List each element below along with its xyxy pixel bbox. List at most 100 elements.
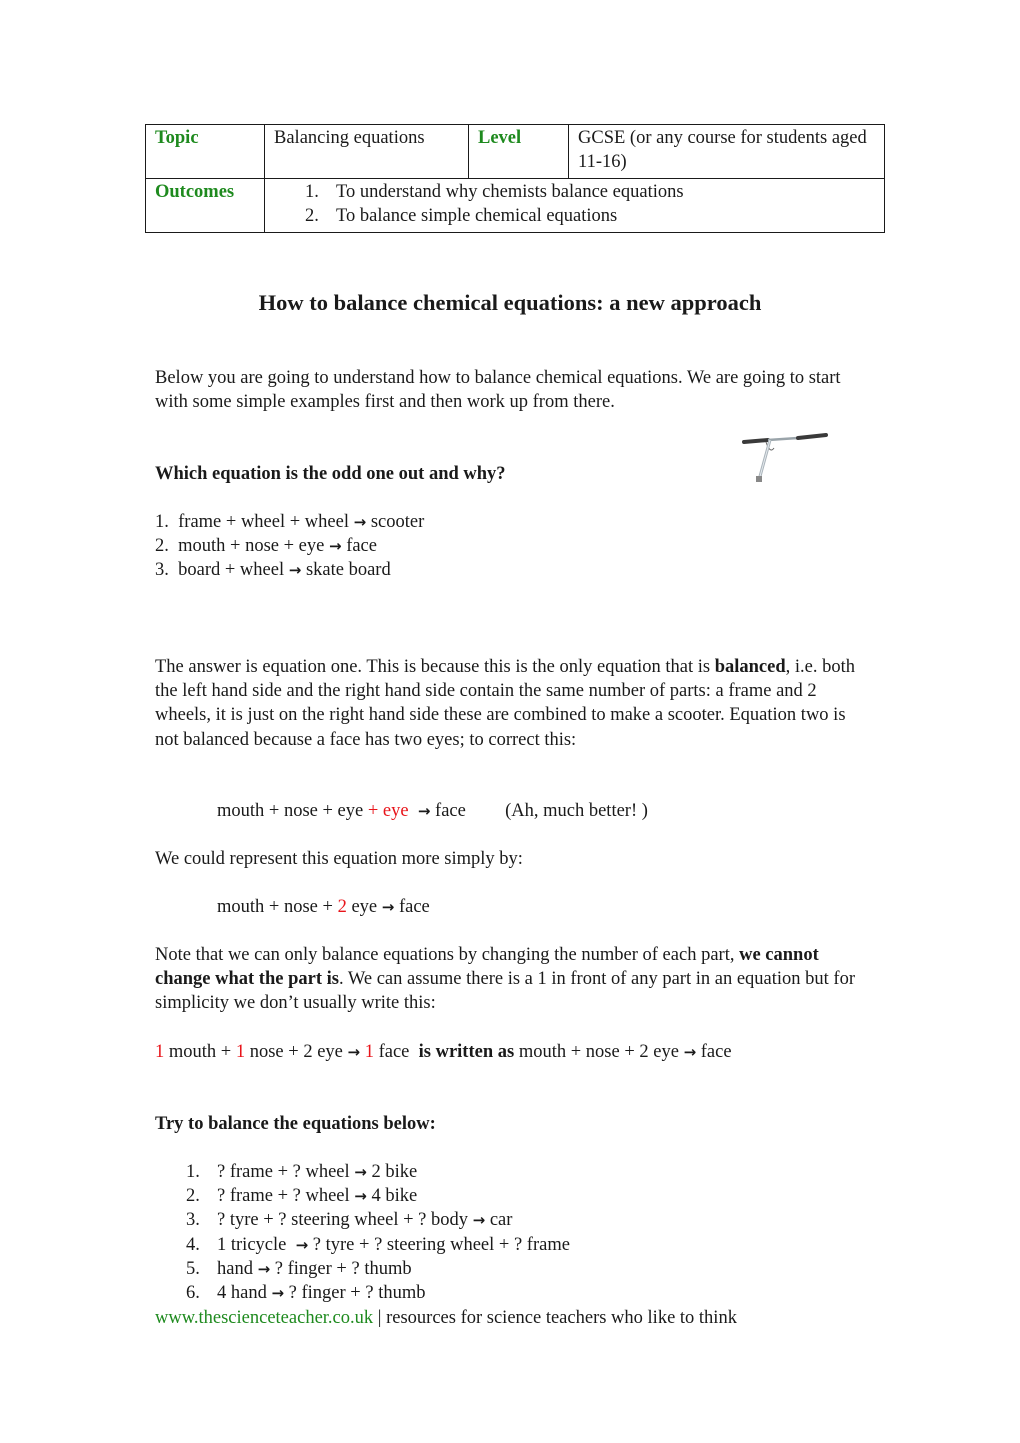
intro-paragraph: Below you are going to understand how to… (155, 368, 841, 413)
equation-text: nose + 2 eye (245, 1042, 348, 1062)
odd-one-out-item: 2. mouth + nose + eye → face (155, 534, 424, 558)
answer-paragraph: The answer is equation one. This is beca… (155, 655, 865, 752)
exercise-item: 3. ? tyre + ? steering wheel + ? body → c… (186, 1208, 570, 1232)
equation-rhs: 4 bike (371, 1186, 418, 1207)
equation-text: face (700, 1042, 732, 1062)
topic-value: Balancing equations (264, 124, 469, 179)
equation-text: mouth + nose + 2 eye (518, 1042, 684, 1062)
item-number: 3. (155, 560, 169, 581)
outcomes-label: Outcomes (145, 178, 265, 233)
written-as-label: is written as (418, 1042, 515, 1062)
written-as-line: 1 mouth + 1 nose + 2 eye → 1 face is wri… (155, 1040, 865, 1064)
arrow-right-icon: → (417, 802, 431, 820)
equation-lhs: ? frame + ? wheel (217, 1162, 350, 1182)
equation-lhs: 4 hand (217, 1283, 267, 1304)
topic-label: Topic (145, 124, 265, 179)
exercise-item: 5. hand → ? finger + ? thumb (186, 1257, 570, 1281)
note-text: Note that we can only balance equations … (155, 945, 740, 965)
equation-lhs: mouth + nose + eye (178, 536, 325, 557)
added-term: + eye (367, 801, 409, 821)
arrow-right-icon: → (683, 1043, 697, 1061)
outcome-text: To balance simple chemical equations (336, 206, 618, 226)
odd-one-out-list: 1. frame + wheel + wheel → scooter 2. mo… (155, 510, 424, 583)
footer-tagline: resources for science teachers who like … (386, 1308, 737, 1328)
exercise-item: 2. ? frame + ? wheel → 4 bike (186, 1184, 570, 1208)
outcome-text: To understand why chemists balance equat… (336, 182, 684, 202)
lesson-info-table: Topic Balancing equations Level GCSE (or… (145, 124, 885, 233)
equation-rhs: face (346, 536, 377, 557)
handlebar-grip-left (742, 438, 770, 444)
page-title: How to balance chemical equations: a new… (258, 290, 762, 315)
arrow-right-icon: → (354, 1187, 367, 1206)
equation-lhs: mouth + nose + eye (217, 801, 368, 821)
equation-lhs: eye (346, 897, 378, 917)
exercise-list: 1. ? frame + ? wheel → 2 bike 2. ? frame +… (186, 1160, 570, 1305)
arrow-right-icon: → (354, 1163, 367, 1181)
equation-lhs: 1 tricycle (217, 1234, 291, 1255)
item-number: 6. (186, 1283, 200, 1304)
item-number: 2. (155, 536, 169, 557)
outcome-number: 2. (305, 206, 319, 226)
simpler-intro: We could represent this equation more si… (155, 849, 523, 869)
website-link[interactable]: www.thescienceteacher.co.uk (155, 1308, 373, 1328)
equation-lhs: hand (217, 1258, 253, 1279)
coefficient: 1 (364, 1042, 374, 1062)
exercise-item: 6. 4 hand → ? finger + ? thumb (186, 1281, 570, 1305)
equation-rhs: ? finger + ? thumb (288, 1283, 426, 1304)
equation-lhs: mouth + nose + (217, 897, 338, 917)
arrow-right-icon: → (271, 1284, 285, 1303)
level-label: Level (468, 124, 569, 179)
footer-separator: | (373, 1308, 387, 1328)
equation-lhs: ? frame + ? wheel (217, 1186, 350, 1207)
simpler-equation: mouth + nose + 2 eye → face (217, 895, 430, 919)
stem-clamp (756, 476, 762, 482)
outcomes-cell: 1. To understand why chemists balance eq… (264, 178, 885, 233)
arrow-right-icon: → (472, 1211, 486, 1230)
outcome-number: 1. (305, 182, 319, 202)
equation-lhs: board + wheel (178, 560, 285, 581)
equation-lhs: frame + wheel + wheel (178, 512, 349, 532)
item-number: 4. (186, 1234, 200, 1255)
corrected-equation: mouth + nose + eye + eye → face (Ah, muc… (217, 799, 648, 823)
item-number: 1. (155, 512, 169, 532)
arrow-right-icon: → (288, 561, 302, 580)
equation-rhs: ? tyre + ? steering wheel + ? frame (312, 1234, 570, 1255)
equation-rhs: face (435, 801, 466, 821)
arrow-right-icon: → (328, 537, 342, 556)
equation-rhs: 2 bike (371, 1162, 418, 1182)
equation-rhs: face (398, 897, 430, 917)
answer-text: The answer is equation one. This is beca… (155, 657, 715, 677)
arrow-right-icon: → (295, 1235, 309, 1254)
arrow-right-icon: → (381, 898, 395, 916)
equation-text: mouth + (164, 1042, 236, 1062)
note-paragraph: Note that we can only balance equations … (155, 943, 865, 1016)
exercise-item: 4. 1 tricycle → ? tyre + ? steering wheel… (186, 1233, 570, 1257)
equation-rhs: ? finger + ? thumb (274, 1258, 412, 1279)
equation-lhs: ? tyre + ? steering wheel + ? body (217, 1210, 468, 1231)
odd-one-out-item: 1. frame + wheel + wheel → scooter (155, 510, 424, 534)
equation-rhs: car (489, 1210, 513, 1231)
try-heading: Try to balance the equations below: (155, 1114, 436, 1134)
equation-comment: (Ah, much better! ) (505, 801, 648, 821)
coefficient: 2 (337, 897, 347, 917)
odd-one-out-item: 3. board + wheel → skate board (155, 558, 424, 582)
coefficient: 1 (155, 1042, 165, 1062)
item-number: 2. (186, 1186, 200, 1207)
item-number: 5. (186, 1258, 200, 1279)
equation-rhs: scooter (370, 512, 425, 532)
outcome-item: 2. To balance simple chemical equations (265, 204, 876, 228)
info-row-topic: Topic Balancing equations Level GCSE (or… (145, 124, 885, 179)
arrow-right-icon: → (353, 513, 367, 531)
equation-rhs: skate board (305, 560, 391, 581)
answer-bold-term: balanced (714, 657, 786, 677)
exercise-item: 1. ? frame + ? wheel → 2 bike (186, 1160, 570, 1184)
scooter-image (740, 430, 832, 486)
item-number: 3. (186, 1210, 200, 1231)
outcome-item: 1. To understand why chemists balance eq… (265, 180, 876, 204)
arrow-right-icon: → (257, 1259, 271, 1278)
level-value: GCSE (or any course for students aged 11… (568, 124, 885, 179)
coefficient: 1 (235, 1042, 246, 1062)
outcomes-list: 1. To understand why chemists balance eq… (265, 180, 876, 228)
info-row-outcomes: Outcomes 1. To understand why chemists b… (145, 178, 885, 233)
equation-text: face (373, 1042, 414, 1062)
